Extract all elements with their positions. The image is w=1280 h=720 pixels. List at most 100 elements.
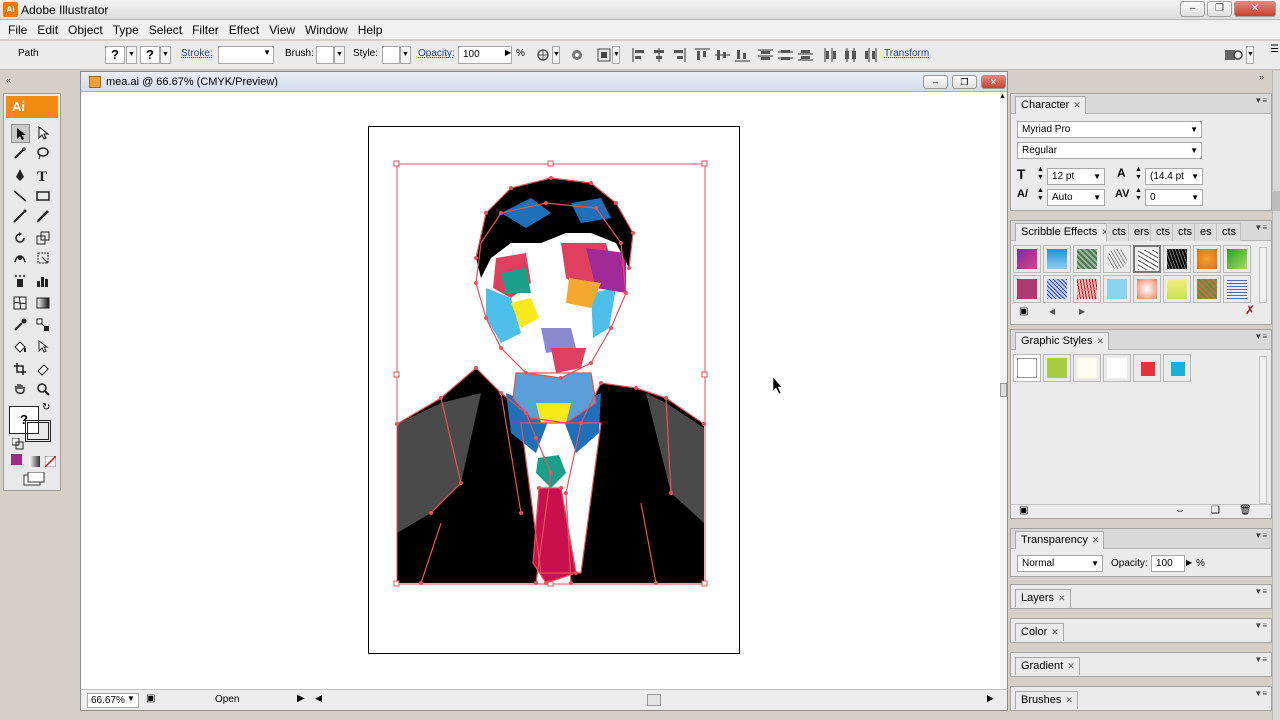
transform-link[interactable]: Transform: [884, 48, 929, 59]
style-swatch[interactable]: [1133, 354, 1161, 382]
close-icon[interactable]: ✕: [1065, 695, 1073, 705]
blend-tool[interactable]: [34, 316, 53, 335]
vertical-scroll-thumb[interactable]: [1000, 383, 1007, 397]
font-family-select[interactable]: Myriad Pro ▼: [1017, 121, 1202, 138]
blend-mode-select[interactable]: Normal ▼: [1017, 555, 1103, 572]
style-dropdown-arrow[interactable]: ▼: [400, 46, 411, 64]
symbol-sprayer-tool[interactable]: [11, 272, 30, 291]
brush-picker[interactable]: [316, 46, 334, 64]
default-style-swatch[interactable]: [1013, 354, 1041, 382]
panel-menu-icon[interactable]: ▼≡: [1254, 621, 1267, 630]
stroke-swatch[interactable]: [25, 420, 51, 442]
status-menu-arrow[interactable]: ▶: [297, 693, 305, 704]
tracking-field[interactable]: 0 ▼: [1145, 189, 1203, 206]
gradient-tab[interactable]: Gradient ✕: [1015, 657, 1080, 675]
color-mode-icon[interactable]: [11, 454, 22, 465]
style-swatch[interactable]: [1223, 245, 1251, 273]
next-library-icon[interactable]: ▶: [1079, 307, 1085, 316]
chevron-right-icon[interactable]: ▶: [505, 48, 511, 57]
close-icon[interactable]: ✕: [1051, 627, 1059, 637]
pen-tool[interactable]: [11, 166, 30, 185]
style-swatch[interactable]: [1193, 245, 1221, 273]
horizontal-scroll-thumb[interactable]: [647, 694, 661, 706]
warp-tool[interactable]: [11, 249, 30, 268]
paintbrush-tool[interactable]: [11, 207, 30, 226]
style-swatch[interactable]: [1103, 245, 1131, 273]
line-segment-tool[interactable]: [11, 187, 30, 206]
hand-tool[interactable]: [11, 380, 30, 399]
style-swatch[interactable]: [1013, 245, 1041, 273]
column-graph-tool[interactable]: [34, 272, 53, 291]
panel-dock-scroll-thumb[interactable]: [1273, 191, 1280, 211]
control-bar-menu-icon[interactable]: ☰: [1270, 44, 1279, 55]
font-size-field[interactable]: 12 pt ▼: [1047, 168, 1105, 185]
document-setup-icon[interactable]: [1224, 48, 1244, 62]
menu-view[interactable]: View: [265, 23, 299, 37]
selection-tool[interactable]: [11, 124, 30, 143]
menu-window[interactable]: Window: [301, 23, 352, 37]
layers-tab[interactable]: Layers ✕: [1015, 589, 1071, 607]
document-setup-dropdown-arrow[interactable]: ▼: [1246, 46, 1254, 64]
stroke-label[interactable]: Stroke:: [181, 48, 213, 59]
pencil-tool[interactable]: [34, 207, 53, 226]
distribute-right-icon[interactable]: [863, 48, 878, 62]
screen-mode-icon[interactable]: [21, 470, 45, 486]
align-top-icon[interactable]: [695, 48, 710, 62]
align-left-icon[interactable]: [632, 48, 647, 62]
canvas-area[interactable]: [81, 93, 1007, 689]
portrait-artwork[interactable]: [81, 93, 1000, 689]
font-size-stepper[interactable]: ▲ ▼: [1037, 166, 1044, 182]
menu-filter[interactable]: Filter: [188, 23, 223, 37]
menu-file[interactable]: File: [4, 23, 31, 37]
menu-type[interactable]: Type: [109, 23, 143, 37]
leading-stepper[interactable]: ▲ ▼: [1135, 166, 1142, 182]
previous-library-icon[interactable]: ◀: [1049, 307, 1055, 316]
style-swatch[interactable]: [1133, 275, 1161, 303]
style-swatch[interactable]: [1103, 275, 1131, 303]
brushes-tab[interactable]: Brushes ✕: [1015, 691, 1078, 709]
restore-button[interactable]: ❐: [1207, 1, 1232, 17]
panel-menu-icon[interactable]: ▼≡: [1254, 531, 1267, 540]
stroke-color-dropdown-arrow[interactable]: ▼: [160, 46, 171, 64]
default-fill-stroke-icon[interactable]: [10, 436, 24, 450]
kerning-stepper[interactable]: ▲ ▼: [1037, 187, 1044, 203]
menu-edit[interactable]: Edit: [33, 23, 62, 37]
none-mode-icon[interactable]: [43, 454, 56, 467]
style-swatch[interactable]: [1193, 275, 1221, 303]
direct-selection-tool[interactable]: [34, 124, 53, 143]
character-tab[interactable]: Character ✕: [1015, 96, 1086, 114]
color-tab[interactable]: Color ✕: [1015, 623, 1064, 641]
style-swatch[interactable]: [1073, 354, 1101, 382]
scroll-left-icon[interactable]: ◀: [315, 693, 322, 704]
crop-area-tool[interactable]: [11, 360, 30, 379]
style-swatch[interactable]: [1223, 275, 1251, 303]
graphic-styles-scrollbar[interactable]: [1259, 356, 1267, 504]
fill-dropdown-arrow[interactable]: ▼: [126, 46, 137, 64]
zoom-tool[interactable]: [34, 380, 53, 399]
style-libraries-menu-icon[interactable]: ▣: [1019, 505, 1028, 516]
panel-dock-scrollbar[interactable]: [1272, 71, 1280, 720]
panel-menu-icon[interactable]: ▼≡: [1254, 96, 1267, 105]
graphic-styles-tab[interactable]: Graphic Styles ✕: [1015, 332, 1110, 350]
align-right-icon[interactable]: [672, 48, 687, 62]
magic-wand-tool[interactable]: [11, 144, 30, 163]
distribute-vertical-center-icon[interactable]: [778, 48, 793, 62]
distribute-bottom-icon[interactable]: [798, 48, 813, 62]
eraser-tool[interactable]: [34, 360, 53, 379]
distribute-top-icon[interactable]: [758, 48, 773, 62]
panel-menu-icon[interactable]: ▼≡: [1254, 655, 1267, 664]
close-icon[interactable]: ✕: [1058, 593, 1066, 603]
isolate-icon[interactable]: [570, 48, 585, 62]
rectangle-tool[interactable]: [34, 187, 53, 206]
collapse-arrows-icon[interactable]: «: [6, 75, 11, 85]
library-tab-6[interactable]: cts: [1216, 223, 1242, 241]
align-to-dropdown-arrow[interactable]: ▼: [612, 46, 620, 64]
zoom-dropdown-arrow[interactable]: ▼: [127, 694, 135, 703]
style-swatch[interactable]: [1043, 275, 1071, 303]
align-bottom-icon[interactable]: [735, 48, 750, 62]
version-cue-icon[interactable]: ▣: [146, 693, 155, 704]
library-menu-icon[interactable]: ▣: [1019, 306, 1028, 317]
style-swatch[interactable]: [1073, 245, 1101, 273]
font-style-select[interactable]: Regular ▼: [1017, 142, 1202, 159]
close-button[interactable]: ✕: [1234, 1, 1276, 17]
